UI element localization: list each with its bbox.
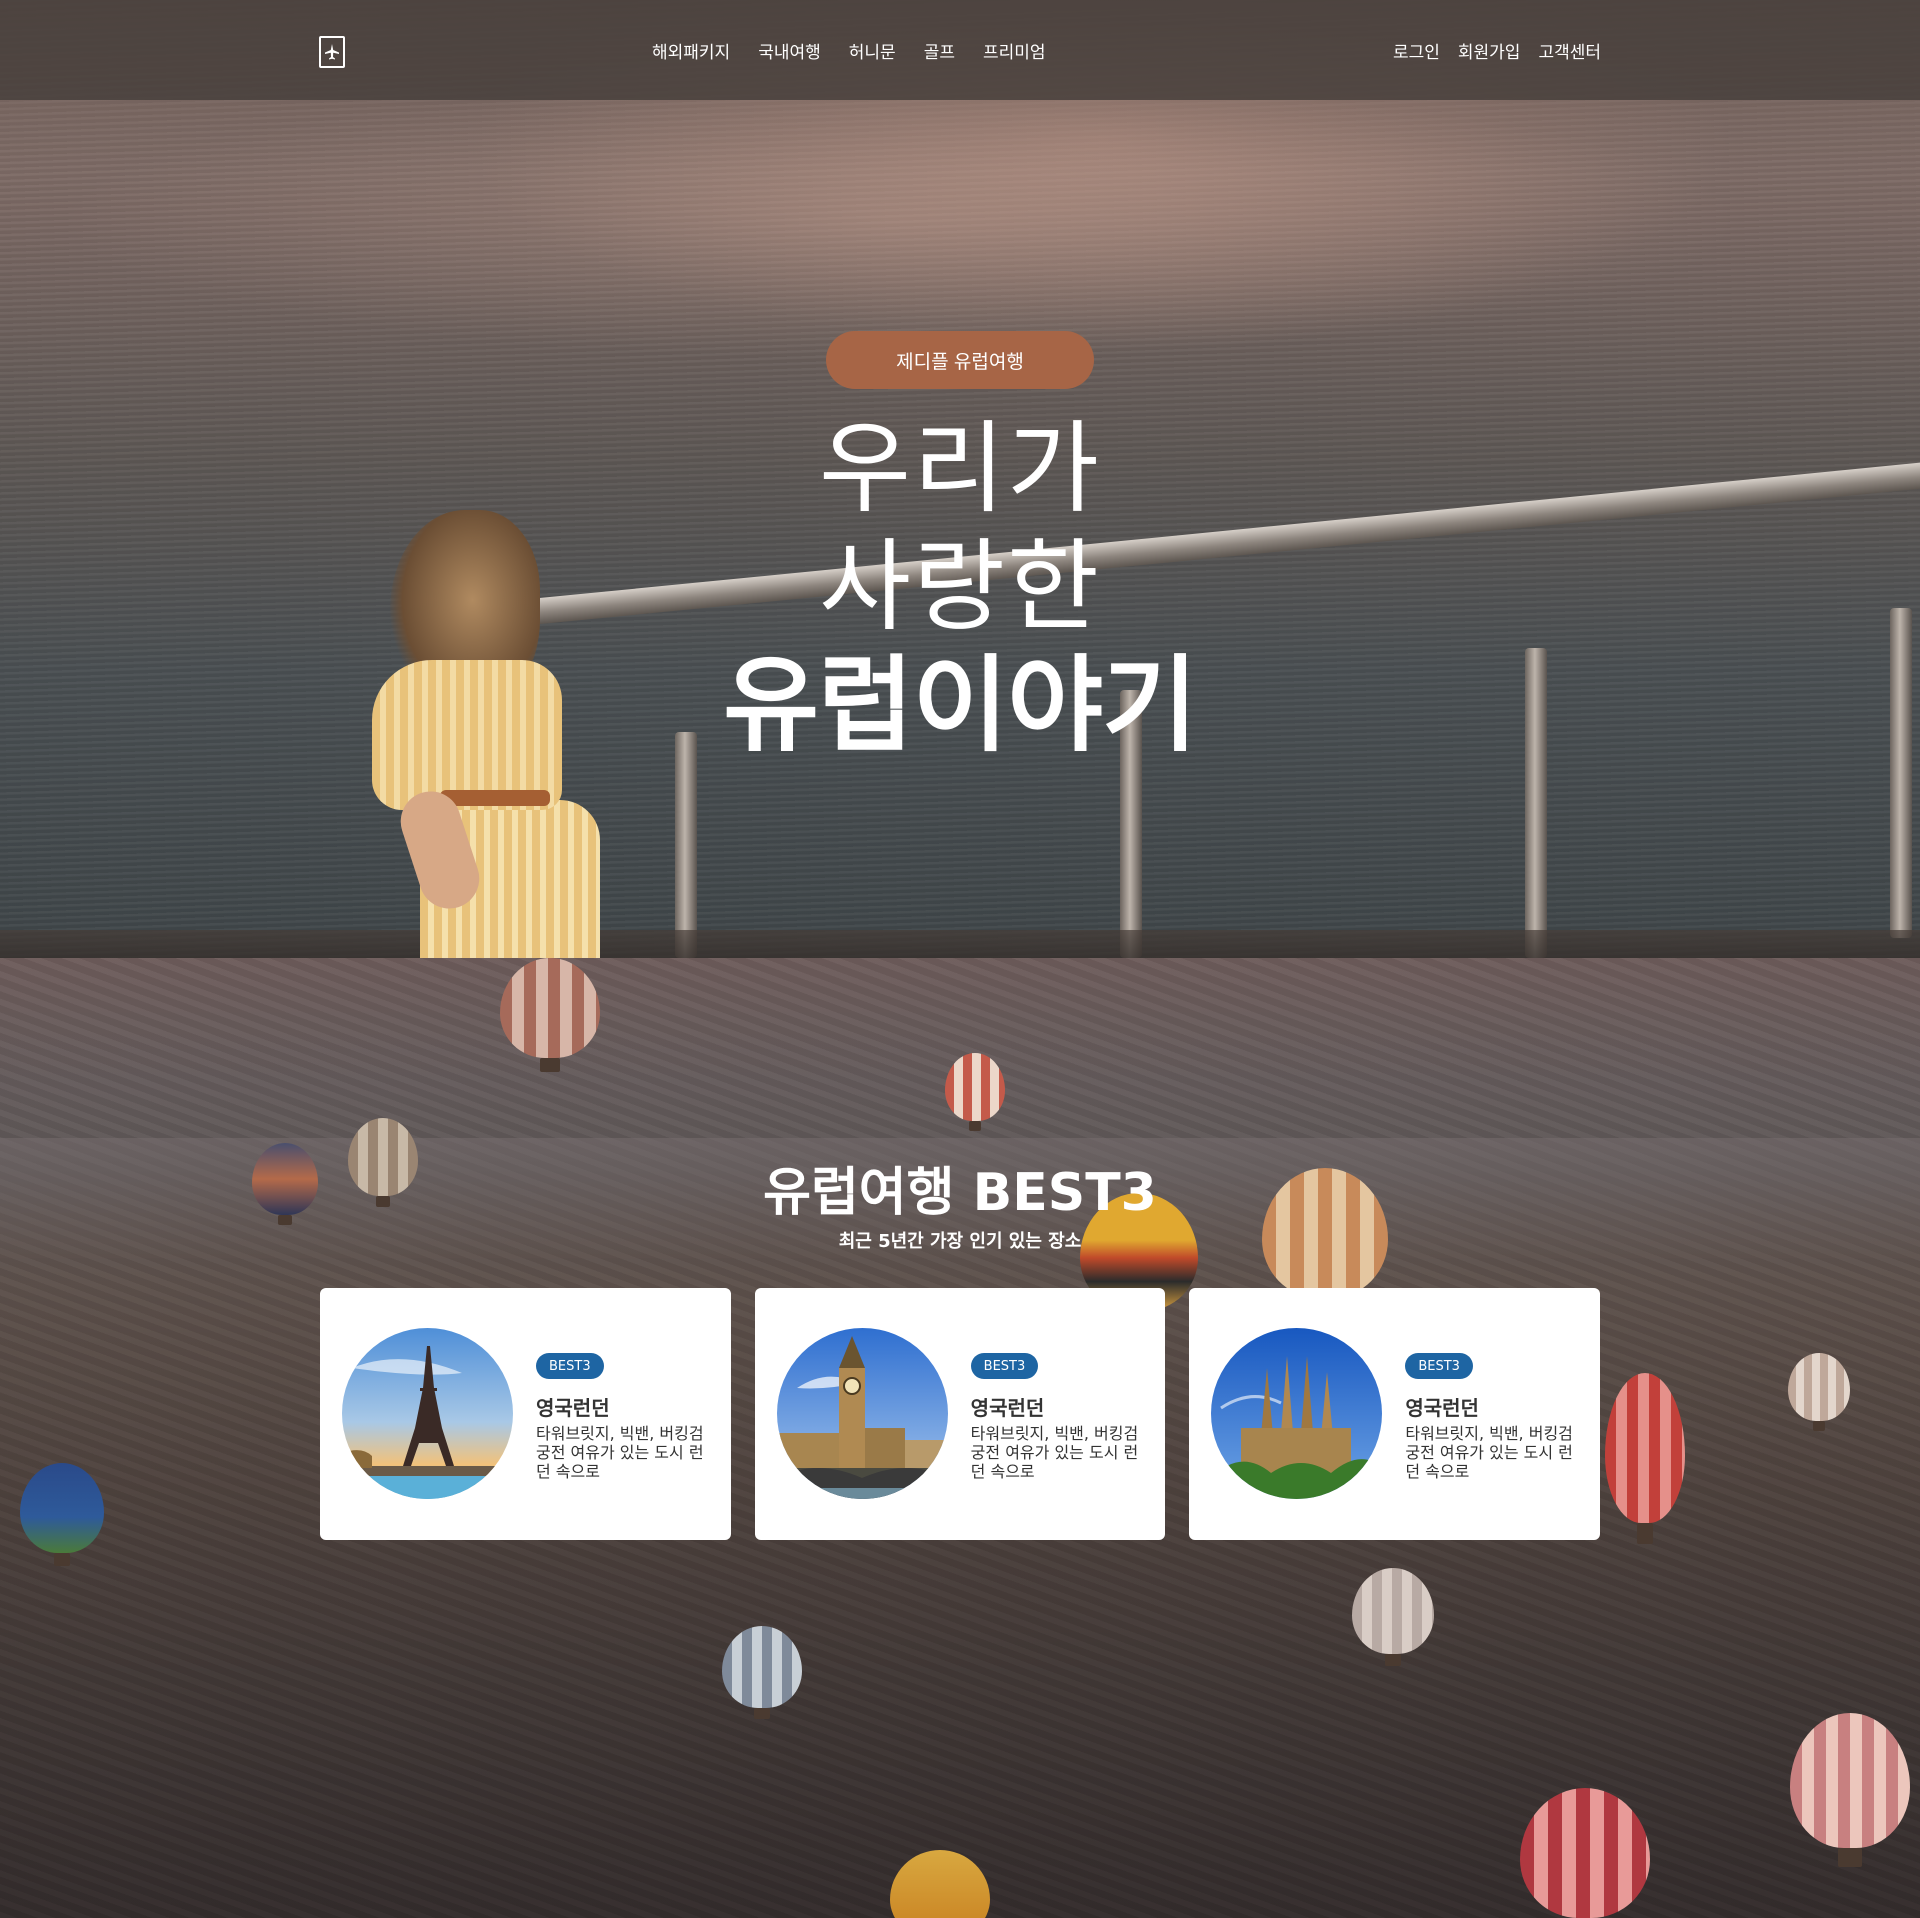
card-title: 영국런던 xyxy=(536,1396,610,1420)
hero-section: 제디플 유럽여행 우리가 사랑한 유럽이야기 xyxy=(0,0,1920,958)
best-badge: BEST3 xyxy=(1405,1353,1473,1379)
best-card[interactable]: BEST3 영국런던 타워브릿지, 빅밴, 버킹검 궁전 여유가 있는 도시 런… xyxy=(1189,1288,1601,1540)
card-description: 타워브릿지, 빅밴, 버킹검 궁전 여유가 있는 도시 런던 속으로 xyxy=(536,1424,704,1481)
best-section-title: 유럽여행 BEST3 xyxy=(763,1163,1157,1223)
hero-pill-button[interactable]: 제디플 유럽여행 xyxy=(826,331,1094,389)
balloon-decoration xyxy=(20,1463,104,1566)
deck xyxy=(0,930,1920,958)
site-header: 해외패키지 국내여행 허니문 골프 프리미엄 로그인 회원가입 고객센터 xyxy=(0,0,1920,100)
best-card-list: BEST3 영국런던 타워브릿지, 빅밴, 버킹검 궁전 여유가 있는 도시 런… xyxy=(320,1288,1601,1540)
best-section-subtitle: 최근 5년간 가장 인기 있는 장소 xyxy=(838,1231,1082,1252)
balloon-decoration xyxy=(1352,1568,1434,1667)
balloon-decoration xyxy=(1788,1353,1850,1431)
balloon-decoration xyxy=(945,1053,1005,1131)
card-image-sagrada-familia xyxy=(1211,1328,1383,1499)
airplane-icon xyxy=(324,42,340,62)
balloon-decoration xyxy=(500,958,600,1072)
card-description: 타워브릿지, 빅밴, 버킹검 궁전 여유가 있는 도시 런던 속으로 xyxy=(1405,1424,1573,1481)
best-badge: BEST3 xyxy=(970,1353,1039,1379)
nav-item-domestic-travel[interactable]: 국내여행 xyxy=(758,38,821,63)
main-nav: 해외패키지 국내여행 허니문 골프 프리미엄 xyxy=(652,38,1074,63)
balloon-decoration xyxy=(722,1626,802,1720)
card-description: 타워브릿지, 빅밴, 버킹검 궁전 여유가 있는 도시 런던 속으로 xyxy=(970,1424,1139,1481)
best-card[interactable]: BEST3 영국런던 타워브릿지, 빅밴, 버킹검 궁전 여유가 있는 도시 런… xyxy=(754,1288,1166,1540)
nav-item-premium[interactable]: 프리미엄 xyxy=(983,38,1046,63)
balloon-decoration xyxy=(890,1850,990,1918)
balloon-decoration xyxy=(1605,1373,1685,1544)
nav-item-overseas-package[interactable]: 해외패키지 xyxy=(652,38,730,63)
customer-center-link[interactable]: 고객센터 xyxy=(1538,38,1601,63)
logo-link[interactable] xyxy=(319,36,345,68)
railing-post xyxy=(675,732,697,958)
card-image-eiffel-tower xyxy=(342,1328,513,1499)
card-title: 영국런던 xyxy=(1405,1396,1479,1420)
balloon-decoration xyxy=(1790,1713,1910,1867)
best-card[interactable]: BEST3 영국런던 타워브릿지, 빅밴, 버킹검 궁전 여유가 있는 도시 런… xyxy=(320,1288,731,1540)
signup-link[interactable]: 회원가입 xyxy=(1458,38,1521,63)
card-title: 영국런던 xyxy=(970,1396,1045,1420)
hero-title: 우리가 사랑한 유럽이야기 xyxy=(0,410,1920,764)
hero-title-line: 우리가 xyxy=(819,410,1101,527)
nav-item-honeymoon[interactable]: 허니문 xyxy=(849,38,896,63)
best-badge: BEST3 xyxy=(536,1353,604,1379)
balloon-decoration xyxy=(1520,1788,1650,1918)
hero-title-emphasis: 유럽이야기 xyxy=(723,644,1197,766)
login-link[interactable]: 로그인 xyxy=(1393,38,1440,63)
woman-figure-belt xyxy=(440,790,550,806)
card-image-big-ben xyxy=(776,1328,948,1499)
nav-item-golf[interactable]: 골프 xyxy=(924,38,955,63)
hero-title-line: 사랑한 xyxy=(819,528,1101,645)
utility-nav: 로그인 회원가입 고객센터 xyxy=(1375,38,1601,63)
